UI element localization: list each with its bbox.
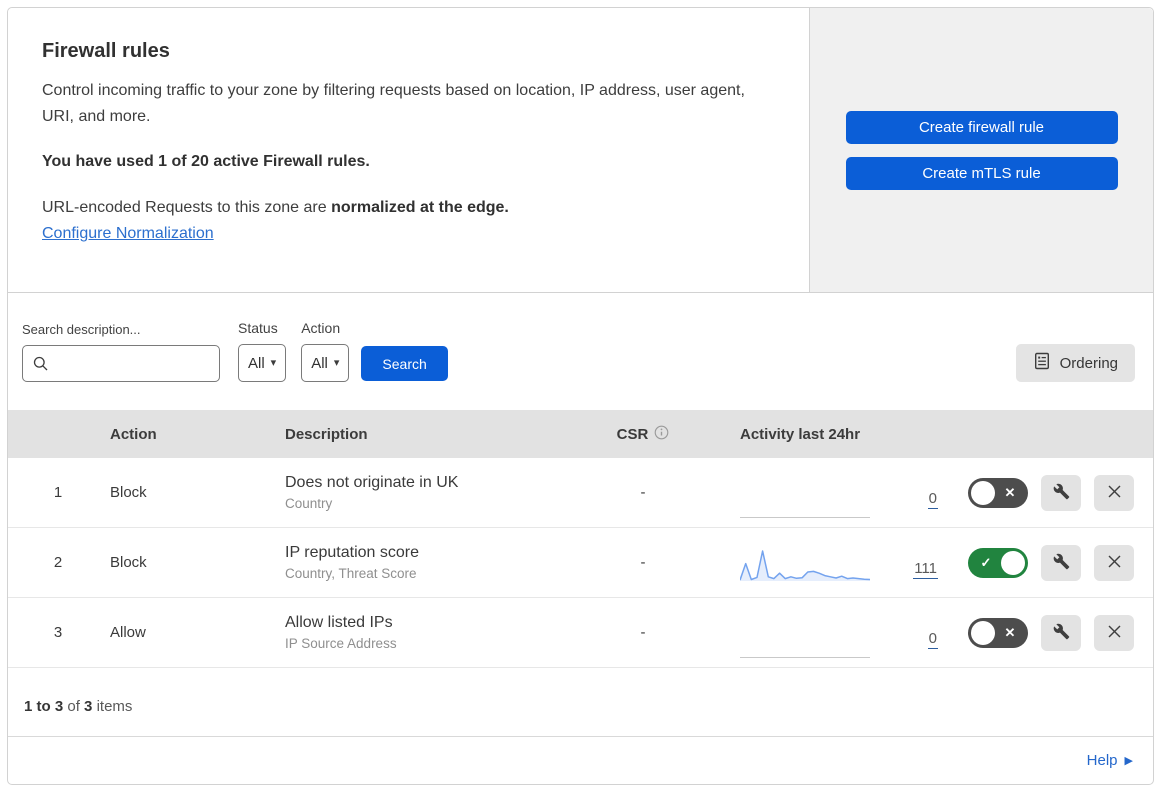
rule-action: Block (110, 484, 147, 501)
activity-count-link[interactable]: 0 (927, 490, 938, 509)
search-button[interactable]: Search (361, 346, 448, 381)
rules-list-card: Search description... Status All ▾ Actio… (7, 293, 1154, 785)
status-filter-group: Status All ▾ (238, 320, 287, 382)
help-row: Help ▶ (8, 737, 1153, 784)
rule-criteria: IP Source Address (285, 636, 397, 651)
table-row: 3 Allow Allow listed IPs IP Source Addre… (8, 598, 1153, 668)
search-label: Search description... (22, 322, 141, 337)
pagination-items: items (96, 698, 133, 715)
chevron-down-icon: ▾ (270, 356, 277, 369)
rule-csr: - (640, 624, 646, 641)
rule-priority: 2 (53, 554, 63, 571)
rule-priority: 3 (53, 624, 63, 641)
delete-rule-button[interactable] (1094, 614, 1134, 651)
rule-enabled-toggle[interactable]: ✕ (968, 477, 1028, 508)
help-link[interactable]: Help ▶ (1087, 752, 1133, 769)
table-header: Action Description CSR Activity last 24h… (8, 410, 1153, 458)
arrow-right-icon: ▶ (1124, 755, 1133, 767)
rule-description-cell: Does not originate in UK Country (278, 474, 598, 511)
pagination-summary: 1 to 3 of 3 items (8, 668, 1153, 737)
rule-activity-cell: 111 (688, 528, 938, 597)
ordering-list-icon (1033, 352, 1051, 374)
close-icon (1107, 624, 1122, 642)
rule-description-cell: Allow listed IPs IP Source Address (278, 614, 598, 651)
close-icon (1107, 554, 1122, 572)
activity-sparkline (740, 544, 870, 584)
search-input[interactable] (22, 345, 220, 382)
rule-activity-cell: 0 (688, 458, 938, 527)
rule-description: Allow listed IPs (285, 614, 393, 631)
description-column-header: Description (285, 425, 368, 443)
edit-rule-button[interactable] (1041, 544, 1081, 581)
rule-controls: ✕ (938, 474, 1153, 511)
table-row: 2 Block IP reputation score Country, Thr… (8, 528, 1153, 598)
chevron-down-icon: ▾ (333, 356, 340, 369)
delete-rule-button[interactable] (1094, 474, 1134, 511)
delete-rule-button[interactable] (1094, 544, 1134, 581)
rule-controls: ✕ (938, 614, 1153, 651)
search-icon (33, 356, 49, 377)
create-firewall-rule-button[interactable]: Create firewall rule (845, 110, 1118, 144)
search-box (22, 345, 220, 382)
action-dropdown-value: All (311, 354, 328, 372)
usage-summary: You have used 1 of 20 active Firewall ru… (42, 153, 370, 170)
rule-enabled-toggle[interactable]: ✕ (968, 617, 1028, 648)
pagination-range: 1 to 3 (24, 698, 64, 715)
rule-criteria: Country (285, 496, 333, 511)
close-icon (1107, 484, 1122, 502)
wrench-icon (1053, 483, 1070, 503)
filter-bar: Search description... Status All ▾ Actio… (8, 293, 1153, 410)
csr-header-label: CSR (616, 425, 649, 443)
activity-sparkline (740, 618, 870, 658)
rule-description-cell: IP reputation score Country, Threat Scor… (278, 544, 598, 581)
rule-csr: - (640, 554, 646, 571)
page-description: Control incoming traffic to your zone by… (42, 82, 745, 125)
activity-count-link[interactable]: 0 (927, 630, 938, 649)
normalization-bold-text: normalized at the edge. (331, 199, 509, 216)
rule-description: IP reputation score (285, 544, 420, 561)
rule-description: Does not originate in UK (285, 474, 459, 491)
cta-panel: Create firewall rule Create mTLS rule (809, 8, 1153, 292)
status-dropdown[interactable]: All ▾ (238, 344, 287, 382)
action-dropdown[interactable]: All ▾ (301, 344, 350, 382)
create-mtls-rule-button[interactable]: Create mTLS rule (845, 156, 1118, 190)
help-link-label: Help (1086, 752, 1118, 769)
rule-priority: 1 (53, 484, 63, 501)
action-filter-group: Action All ▾ (301, 320, 350, 382)
wrench-icon (1053, 623, 1070, 643)
csr-column-header: CSR (598, 425, 688, 444)
ordering-button[interactable]: Ordering (1015, 344, 1135, 382)
wrench-icon (1053, 553, 1070, 573)
search-group: Search description... (22, 322, 220, 382)
normalization-note: URL-encoded Requests to this zone are no… (42, 199, 769, 217)
configure-normalization-link[interactable]: Configure Normalization (42, 225, 214, 242)
rule-activity-cell: 0 (688, 598, 938, 667)
activity-sparkline (740, 478, 870, 518)
activity-column-header: Activity last 24hr (740, 425, 861, 443)
pagination-of: of (67, 698, 80, 715)
rule-enabled-toggle[interactable]: ✓ (968, 547, 1028, 578)
status-dropdown-value: All (248, 354, 265, 372)
rule-action: Block (110, 554, 147, 571)
edit-rule-button[interactable] (1041, 614, 1081, 651)
ordering-button-label: Ordering (1059, 354, 1118, 372)
rule-action: Allow (110, 624, 146, 641)
action-column-header: Action (110, 425, 157, 443)
info-icon[interactable] (654, 425, 669, 444)
action-label: Action (301, 320, 341, 336)
rule-controls: ✓ (938, 544, 1153, 581)
page-title: Firewall rules (42, 40, 170, 62)
rule-criteria: Country, Threat Score (285, 566, 417, 581)
header-section: Firewall rules Control incoming traffic … (7, 7, 1154, 293)
edit-rule-button[interactable] (1041, 474, 1081, 511)
pagination-total: 3 (84, 698, 93, 715)
activity-count-link[interactable]: 111 (913, 560, 938, 579)
intro-panel: Firewall rules Control incoming traffic … (8, 8, 809, 292)
firewall-rules-page: Firewall rules Control incoming traffic … (7, 7, 1154, 785)
table-row: 1 Block Does not originate in UK Country… (8, 458, 1153, 528)
status-label: Status (238, 320, 278, 336)
rule-csr: - (640, 484, 646, 501)
normalization-text: URL-encoded Requests to this zone are (42, 199, 332, 216)
